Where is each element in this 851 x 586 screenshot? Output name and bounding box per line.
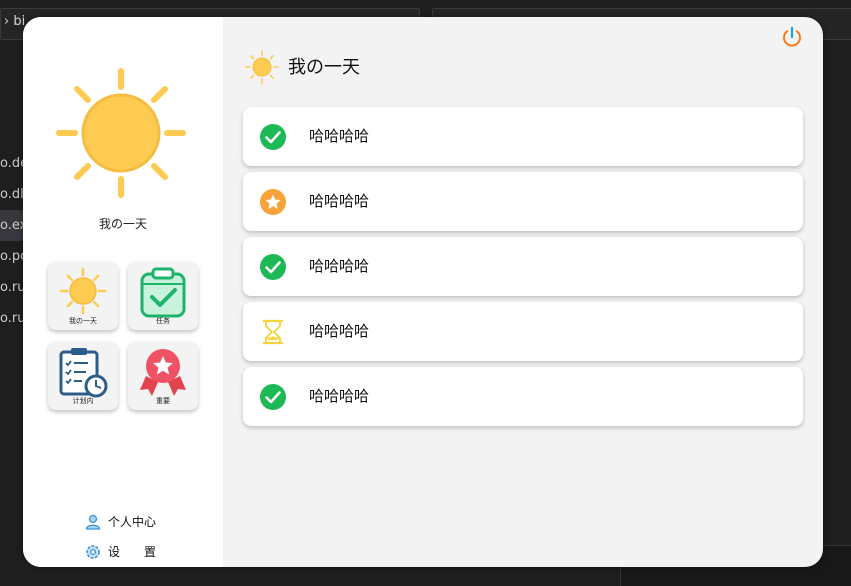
main-panel: 我の一天 哈哈哈哈 哈哈哈哈 哈哈哈哈 哈哈哈哈 哈哈哈哈 (223, 17, 823, 567)
check-circle-icon[interactable] (259, 123, 287, 151)
task-text: 哈哈哈哈 (309, 257, 370, 275)
task-text: 哈哈哈哈 (309, 192, 370, 210)
sun-icon (59, 267, 107, 315)
user-icon (85, 514, 101, 530)
tile-my-day[interactable]: 我の一天 (48, 262, 118, 330)
star-circle-icon[interactable] (259, 188, 287, 216)
page-title: 我の一天 (288, 57, 360, 78)
task-item[interactable]: 哈哈哈哈 (243, 237, 803, 296)
task-text: 哈哈哈哈 (309, 387, 370, 405)
hourglass-icon[interactable] (259, 318, 287, 346)
tile-label: 重要 (156, 397, 170, 405)
tile-important[interactable]: 重要 (128, 342, 198, 410)
sidebar: 我の一天 我の一天 任务 计划内 重要 个人中心 设 置 (23, 17, 223, 567)
star-badge-icon (140, 349, 186, 396)
task-text: 哈哈哈哈 (309, 322, 370, 340)
power-icon[interactable] (781, 26, 803, 48)
tile-tasks[interactable]: 任务 (128, 262, 198, 330)
task-item[interactable]: 哈哈哈哈 (243, 367, 803, 426)
clipboard-check-icon (140, 267, 186, 318)
todo-app-window: 我の一天 我の一天 任务 计划内 重要 个人中心 设 置 我の一天 哈哈哈哈 哈… (23, 17, 823, 567)
tile-label: 任务 (156, 317, 170, 325)
sun-icon (245, 50, 279, 84)
check-circle-icon[interactable] (259, 253, 287, 281)
check-circle-icon[interactable] (259, 383, 287, 411)
sidebar-link-label: 设 置 (108, 545, 157, 559)
task-item[interactable]: 哈哈哈哈 (243, 302, 803, 361)
tile-planned[interactable]: 计划内 (48, 342, 118, 410)
settings-icon (86, 545, 100, 559)
sidebar-title: 我の一天 (98, 217, 147, 231)
sidebar-link-label: 个人中心 (108, 515, 157, 529)
task-item[interactable]: 哈哈哈哈 (243, 172, 803, 231)
tile-label: 我の一天 (69, 317, 97, 325)
tile-label: 计划内 (72, 397, 94, 405)
task-text: 哈哈哈哈 (309, 127, 370, 145)
schedule-clipboard-icon (59, 348, 108, 398)
task-item[interactable]: 哈哈哈哈 (243, 107, 803, 166)
sun-icon (56, 68, 186, 198)
